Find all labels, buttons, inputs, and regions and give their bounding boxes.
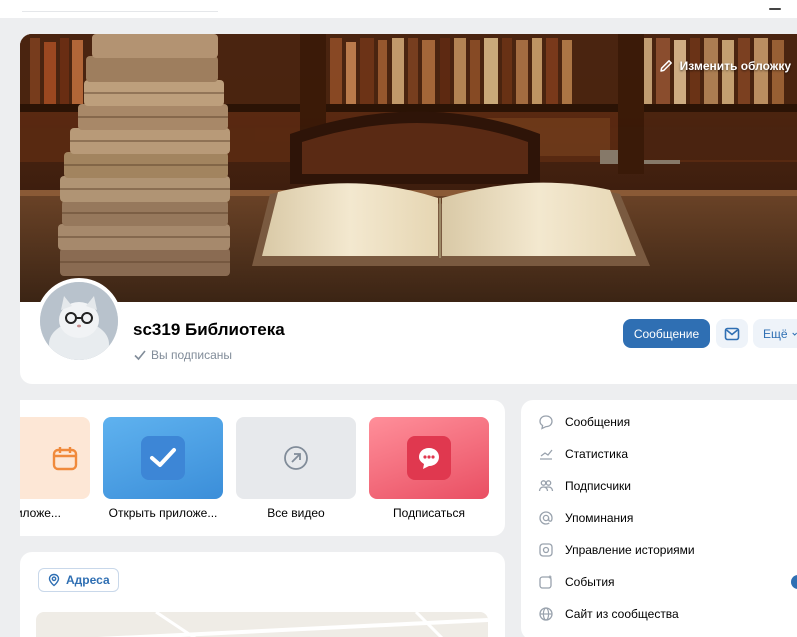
check-mark-icon — [150, 448, 176, 467]
stats-icon — [537, 445, 555, 463]
menu-item-subscribers[interactable]: Подписчики — [521, 470, 797, 502]
app-tile-open-app[interactable] — [103, 417, 223, 499]
event-icon — [537, 573, 555, 591]
more-button[interactable]: Ещё — [753, 319, 797, 348]
envelope-icon — [724, 327, 740, 340]
edit-cover-button[interactable]: Изменить обложку — [658, 58, 791, 74]
app-tile-label[interactable]: Все видео — [231, 506, 361, 520]
group-header: sc319 Библиотека Вы подписаны Сообщение … — [20, 278, 797, 384]
app-tile-label[interactable]: Открыть приложе... — [98, 506, 228, 520]
chevron-down-icon — [791, 332, 797, 336]
users-icon — [537, 477, 555, 495]
check-icon — [133, 348, 147, 362]
cover-image: Изменить обложку — [20, 34, 797, 302]
app-tile-calendar[interactable] — [20, 417, 90, 499]
menu-item-label: Сообщения — [565, 415, 631, 429]
arrow-circle-icon — [284, 446, 308, 470]
app-tile-all-videos[interactable] — [236, 417, 356, 499]
app-icon — [141, 436, 185, 480]
avatar[interactable] — [36, 278, 122, 364]
message-dots-icon — [419, 448, 439, 469]
menu-item-label: Подписчики — [565, 479, 632, 493]
at-icon — [537, 509, 555, 527]
location-pin-icon — [48, 573, 60, 587]
minimize-icon[interactable] — [769, 8, 781, 10]
menu-item-mentions[interactable]: Упоминания — [521, 502, 797, 534]
page-title: sc319 Библиотека — [133, 320, 285, 339]
message-button[interactable]: Сообщение — [623, 319, 710, 348]
stories-icon — [537, 541, 555, 559]
menu-item-stats[interactable]: Статистика — [521, 438, 797, 470]
map-preview[interactable] — [36, 612, 488, 637]
app-tile-label[interactable]: Подписаться — [364, 506, 494, 520]
more-label: Ещё — [763, 326, 788, 341]
top-bar — [0, 0, 797, 18]
search-field-edge[interactable] — [22, 11, 218, 12]
menu-item-label: Упоминания — [565, 511, 634, 525]
edit-cover-label: Изменить обложку — [679, 59, 791, 73]
apps-carousel: ь приложе... Открыть приложе... Все виде… — [20, 400, 505, 536]
menu-item-label: Сайт из сообщества — [565, 607, 679, 621]
subscription-status[interactable]: Вы подписаны — [133, 348, 232, 362]
calendar-icon — [52, 447, 78, 471]
cat-avatar-icon — [40, 282, 118, 360]
subscribed-label: Вы подписаны — [151, 348, 232, 362]
addresses-tab[interactable]: Адреса — [38, 568, 119, 592]
menu-item-label: Статистика — [565, 447, 629, 461]
admin-menu: Сообщения Статистика Подписчики Упоминан… — [521, 400, 797, 637]
menu-item-site[interactable]: Сайт из сообщества — [521, 598, 797, 630]
addresses-card: Адреса — [20, 552, 505, 637]
app-icon — [407, 436, 451, 480]
menu-item-messages[interactable]: Сообщения — [521, 406, 797, 438]
mail-button[interactable] — [716, 319, 748, 348]
menu-item-label: Управление историями — [565, 543, 695, 557]
chat-bubble-icon — [537, 413, 555, 431]
menu-item-stories[interactable]: Управление историями — [521, 534, 797, 566]
app-tile-label[interactable]: ь приложе... — [20, 506, 92, 520]
menu-item-events[interactable]: События — [521, 566, 797, 598]
app-tile-subscribe[interactable] — [369, 417, 489, 499]
pencil-icon — [658, 58, 674, 74]
globe-icon — [537, 605, 555, 623]
menu-item-label: События — [565, 575, 615, 589]
toggle-switch[interactable] — [791, 575, 797, 589]
addresses-label: Адреса — [66, 573, 110, 587]
